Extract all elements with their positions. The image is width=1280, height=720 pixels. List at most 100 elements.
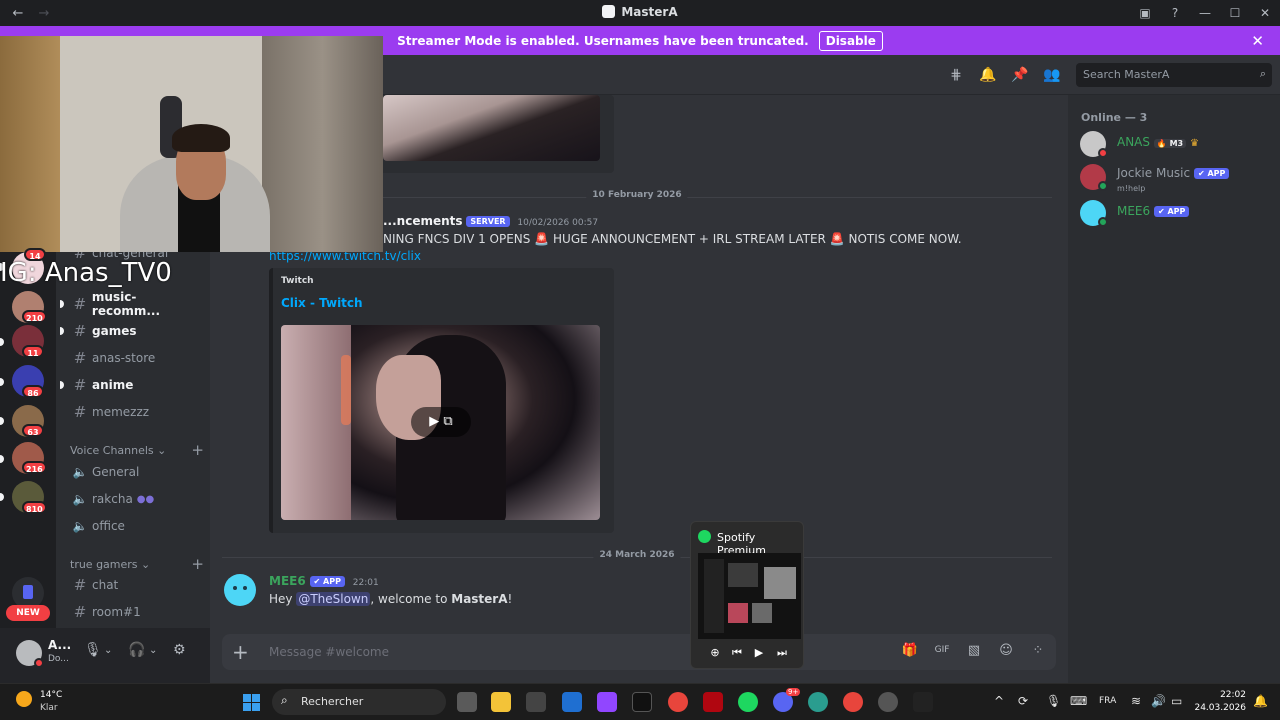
member-item[interactable]: MEE6 ✔ APP	[1080, 198, 1276, 230]
close-window-icon[interactable]: ✕	[1250, 6, 1280, 20]
embed-video-thumbnail[interactable]: ▶ ⧉	[281, 325, 600, 520]
settings-gear-icon[interactable]: ⚙	[173, 642, 186, 658]
member-item[interactable]: Jockie Music ✔ APP m!help	[1080, 162, 1276, 194]
hash-icon: #	[73, 295, 87, 313]
category-voice-channels[interactable]: Voice Channels ⌄ +	[70, 441, 204, 459]
battery-icon[interactable]: ▭	[1171, 694, 1182, 708]
message-content: Hey @TheSlown, welcome to MasterA!	[269, 592, 512, 606]
chevron-down-icon[interactable]: ⌄	[104, 645, 112, 656]
netflix-icon[interactable]	[703, 692, 723, 712]
search-input[interactable]: Search MasterA ⌕	[1076, 63, 1272, 87]
close-banner-icon[interactable]: ✕	[1251, 32, 1264, 50]
apps-icon[interactable]: ⁘	[1029, 643, 1047, 661]
file-explorer-icon[interactable]	[491, 692, 511, 712]
member-list-icon[interactable]: 👥	[1043, 67, 1061, 83]
notification-bell-icon[interactable]: 🔔	[1253, 694, 1268, 708]
notification-bell-icon[interactable]: 🔔	[979, 67, 997, 83]
emoji-icon[interactable]: ☺	[997, 643, 1015, 661]
date-divider-label: 10 February 2026	[586, 190, 688, 200]
language-indicator[interactable]: FRA	[1099, 696, 1116, 706]
chevron-down-icon: ⌄	[157, 444, 167, 457]
gif-icon[interactable]: GIF	[933, 645, 951, 663]
unread-pill	[60, 327, 64, 335]
message-author[interactable]: MEE6	[269, 574, 306, 588]
member-item[interactable]: ANAS 🔥 M3 ♛	[1080, 129, 1276, 161]
task-view-icon[interactable]	[457, 692, 477, 712]
member-name-text: Jockie Music	[1117, 166, 1191, 180]
settings-app-icon[interactable]	[526, 692, 546, 712]
message-text: , welcome to	[370, 592, 448, 606]
previous-track-icon[interactable]: ⏮	[729, 646, 745, 660]
microphone-icon[interactable]: 🎙	[84, 642, 102, 658]
tiktok-icon[interactable]	[632, 692, 652, 712]
add-channel-icon[interactable]: +	[191, 555, 204, 573]
embed-title[interactable]: Clix - Twitch	[281, 296, 363, 310]
mention-badge: 86	[22, 385, 44, 398]
channel-anas-store[interactable]: # anas-store	[70, 346, 204, 370]
clock-time: 22:02	[1220, 690, 1246, 700]
user-name[interactable]: A...	[48, 638, 71, 652]
next-track-icon[interactable]: ⏭	[774, 646, 790, 660]
chrome-icon[interactable]	[668, 692, 688, 712]
unread-pill	[0, 338, 4, 346]
user-mention[interactable]: @TheSlown	[296, 592, 371, 606]
gift-icon[interactable]: 🎁	[901, 643, 919, 661]
play-icon[interactable]: ▶	[751, 646, 767, 659]
channel-games[interactable]: # games	[60, 319, 204, 343]
twitch-icon[interactable]	[597, 692, 617, 712]
maximize-icon[interactable]: ☐	[1220, 6, 1250, 20]
minimize-icon[interactable]: —	[1190, 6, 1220, 20]
attach-plus-icon[interactable]: +	[232, 640, 249, 664]
add-channel-icon[interactable]: +	[191, 441, 204, 459]
editor-app-icon[interactable]	[562, 692, 582, 712]
member-name-text: MEE6	[1117, 204, 1151, 218]
channel-music-recommendations[interactable]: # music-recomm...	[60, 290, 204, 318]
message-author[interactable]: ...ncements	[383, 214, 463, 228]
sticker-icon[interactable]: ▧	[965, 643, 983, 661]
channel-room1[interactable]: # room#1	[70, 600, 204, 624]
message-bold-text: MasterA	[451, 592, 508, 606]
window-title-text: MasterA	[621, 5, 678, 19]
inbox-icon[interactable]: ▣	[1130, 6, 1160, 20]
taskbar-clock[interactable]: 22:02 24.03.2026	[1194, 689, 1246, 715]
chevron-down-icon[interactable]: ⌄	[149, 645, 157, 656]
mention-badge: 14	[24, 248, 46, 261]
channel-anime[interactable]: # anime	[60, 373, 204, 397]
add-icon[interactable]: ⊕	[707, 646, 723, 659]
obs-icon[interactable]	[878, 692, 898, 712]
play-video-icon[interactable]: ▶ ⧉	[411, 407, 471, 437]
channel-label: office	[92, 519, 125, 533]
pin-icon[interactable]: 📌	[1011, 67, 1029, 83]
channel-memezzz[interactable]: # memezzz	[70, 400, 204, 424]
disable-streamer-mode-button[interactable]: Disable	[818, 30, 883, 51]
taskbar-search[interactable]: ⌕ Rechercher	[272, 689, 446, 715]
mee6-avatar[interactable]	[224, 574, 256, 606]
voice-channel-general[interactable]: 🔈 General	[70, 460, 204, 484]
chrome-profile-icon[interactable]	[843, 692, 863, 712]
microphone-tray-icon[interactable]: 🎙	[1046, 694, 1061, 708]
epic-games-icon[interactable]	[913, 692, 933, 712]
spotify-preview[interactable]	[698, 553, 801, 639]
chevron-up-icon[interactable]: ^	[994, 694, 1004, 708]
voice-channel-office[interactable]: 🔈 office	[70, 514, 204, 538]
hash-icon: #	[73, 322, 87, 340]
help-icon[interactable]: ?	[1160, 6, 1190, 20]
channel-chat[interactable]: # chat	[70, 573, 204, 597]
member-name: Jockie Music ✔ APP	[1117, 166, 1230, 180]
embed-image[interactable]	[383, 95, 600, 161]
threads-icon[interactable]: ⋕	[947, 67, 965, 83]
windows-start-icon[interactable]	[243, 694, 260, 711]
category-true-gamers[interactable]: true gamers ⌄ +	[70, 555, 204, 573]
volume-icon[interactable]: 🔊	[1151, 694, 1166, 708]
headphones-icon[interactable]: 🎧	[128, 642, 145, 658]
sync-icon[interactable]: ⟳	[1018, 694, 1028, 708]
message-input[interactable]: Message #welcome	[269, 645, 389, 659]
spotify-taskbar-icon[interactable]	[738, 692, 758, 712]
edge-icon[interactable]	[808, 692, 828, 712]
keyboard-icon[interactable]: ⌨	[1070, 694, 1087, 708]
wifi-icon[interactable]: ≋	[1131, 694, 1141, 708]
mention-badge: 210	[22, 310, 47, 323]
message-composer: + Message #welcome 🎁 GIF ▧ ☺ ⁘	[222, 634, 1056, 670]
siren-emoji-icon: 🚨	[534, 232, 550, 246]
voice-channel-rakcha[interactable]: 🔈 rakcha ●●	[70, 487, 204, 511]
